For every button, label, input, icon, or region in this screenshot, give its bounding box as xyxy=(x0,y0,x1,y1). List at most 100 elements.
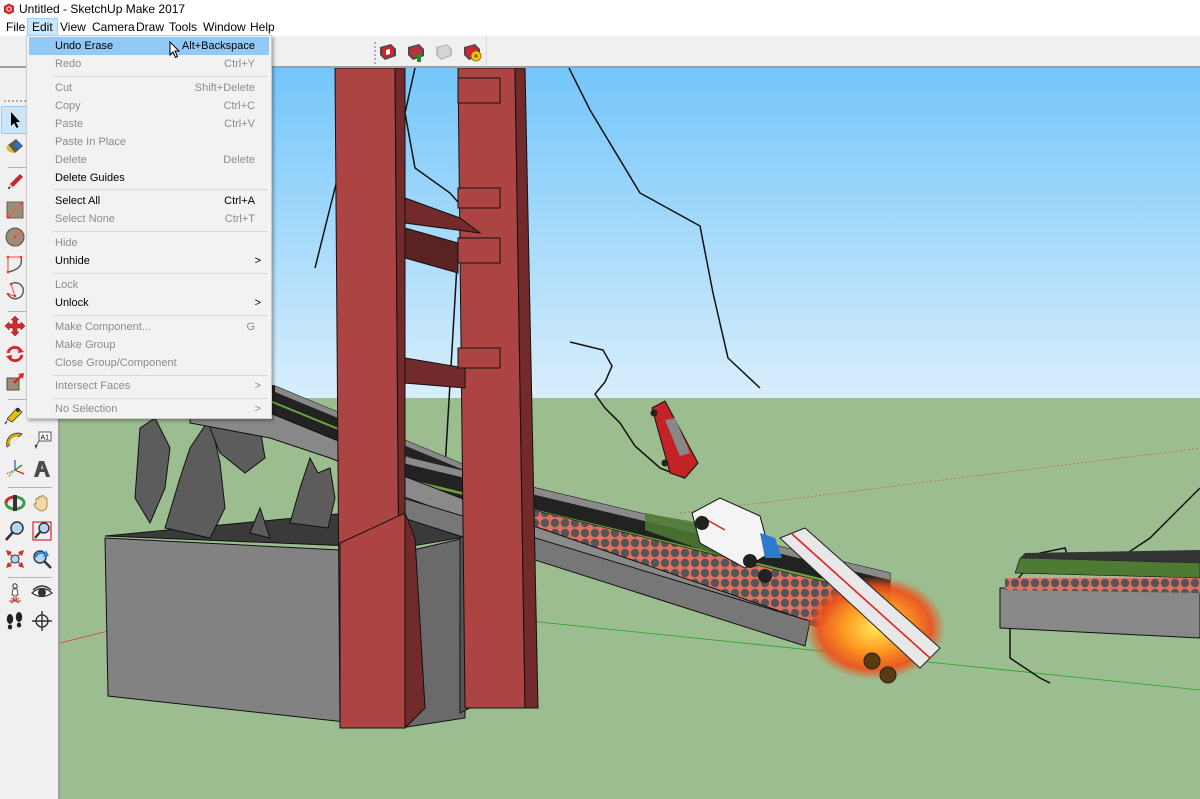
menu-item-hide[interactable]: Hide xyxy=(29,234,269,252)
zoom-icon[interactable] xyxy=(4,520,26,542)
menu-item-label: Make Group xyxy=(55,339,116,351)
menu-separator xyxy=(53,315,268,316)
scale-icon[interactable] xyxy=(4,371,26,393)
menu-item-no-selection[interactable]: No Selection > xyxy=(29,400,269,418)
look-around-eye-icon[interactable] xyxy=(31,582,53,604)
protractor-icon[interactable] xyxy=(4,430,26,452)
rotate-icon[interactable] xyxy=(4,343,26,365)
previous-view-icon[interactable] xyxy=(31,548,53,570)
menu-item-label: Paste xyxy=(55,118,84,130)
paint-bucket-icon[interactable] xyxy=(4,135,26,157)
axes-icon[interactable] xyxy=(4,458,26,480)
menu-item-label: Paste In Place xyxy=(55,136,126,148)
section-plane-icon[interactable] xyxy=(31,610,53,632)
zoom-extents-icon[interactable] xyxy=(4,548,26,570)
menu-item-label: Delete xyxy=(55,154,87,166)
extension-manager-icon[interactable] xyxy=(461,41,483,63)
menu-item-label: Redo xyxy=(55,58,82,70)
menu-separator xyxy=(53,231,268,232)
arc-icon[interactable] xyxy=(4,253,26,275)
menu-item-copy[interactable]: Copy Ctrl+C xyxy=(29,97,269,115)
walk-footprints-icon[interactable] xyxy=(4,610,26,632)
menu-item-shortcut: Ctrl+C xyxy=(223,100,255,112)
menu-item-label: Close Group/Component xyxy=(55,357,177,369)
menu-item-make-group[interactable]: Make Group xyxy=(29,336,269,354)
pan-hand-icon[interactable] xyxy=(31,492,53,514)
truck-wheel xyxy=(695,516,709,530)
menu-item-paste-in-place[interactable]: Paste In Place xyxy=(29,133,269,151)
menu-item-intersect-faces[interactable]: Intersect Faces > xyxy=(29,377,269,395)
share-model-icon[interactable] xyxy=(405,41,427,63)
menu-item-close-group[interactable]: Close Group/Component xyxy=(29,354,269,372)
edit-menu-dropdown: Undo Erase Alt+Backspace Redo Ctrl+Y Cut… xyxy=(26,35,272,419)
menu-view[interactable]: View xyxy=(56,18,90,36)
sketchup-logo-icon xyxy=(4,3,14,15)
menu-item-paste[interactable]: Paste Ctrl+V xyxy=(29,115,269,133)
menu-item-label: Lock xyxy=(55,279,79,291)
tower-step xyxy=(457,187,501,209)
menu-separator xyxy=(53,273,268,274)
menu-item-unhide[interactable]: Unhide > xyxy=(29,252,269,270)
menu-item-delete-guides[interactable]: Delete Guides xyxy=(29,169,269,187)
select-arrow-icon[interactable] xyxy=(4,109,26,131)
position-camera-icon[interactable] xyxy=(4,582,26,604)
menu-item-redo[interactable]: Redo Ctrl+Y xyxy=(29,55,269,73)
menu-separator xyxy=(53,398,268,399)
menu-item-label: Select All xyxy=(55,195,101,207)
circle-icon[interactable] xyxy=(4,226,26,248)
3d-text-icon[interactable] xyxy=(31,458,53,480)
menu-item-delete[interactable]: Delete Delete xyxy=(29,151,269,169)
menu-item-lock[interactable]: Lock xyxy=(29,276,269,294)
menu-help[interactable]: Help xyxy=(246,18,279,36)
menu-item-shortcut: Alt+Backspace xyxy=(181,40,255,52)
toolbar-separator xyxy=(8,487,52,488)
car-wheel xyxy=(650,409,658,417)
menu-separator xyxy=(53,189,268,190)
tower-base-brace xyxy=(339,512,406,729)
menu-draw[interactable]: Draw xyxy=(132,18,168,36)
menu-item-select-all[interactable]: Select All Ctrl+A xyxy=(29,192,269,210)
text-icon[interactable]: A1 xyxy=(31,430,53,452)
rectangle-icon[interactable] xyxy=(4,199,26,221)
menu-edit[interactable]: Edit xyxy=(27,18,58,36)
menu-item-label: Unhide xyxy=(55,255,90,267)
menu-item-label: Copy xyxy=(55,100,81,112)
menu-item-select-none[interactable]: Select None Ctrl+T xyxy=(29,210,269,228)
menu-item-shortcut: Delete xyxy=(223,154,255,166)
window-title: Untitled - SketchUp Make 2017 xyxy=(19,2,186,16)
menu-item-label: Cut xyxy=(55,82,73,94)
menu-bar: File Edit View Camera Draw Tools Window … xyxy=(0,18,1200,36)
tower-leg-right xyxy=(457,68,526,709)
menu-window[interactable]: Window xyxy=(199,18,250,36)
tower-step xyxy=(457,347,501,369)
menu-item-label: Intersect Faces xyxy=(55,380,131,392)
3d-warehouse-icon[interactable] xyxy=(377,41,399,63)
move-icon[interactable] xyxy=(4,315,26,337)
text-tool-label: A1 xyxy=(41,435,50,442)
menu-item-cut[interactable]: Cut Shift+Delete xyxy=(29,79,269,97)
menu-item-shortcut: G xyxy=(246,321,255,333)
menu-item-shortcut: Shift+Delete xyxy=(194,82,255,94)
menu-item-undo-erase[interactable]: Undo Erase Alt+Backspace xyxy=(29,37,269,55)
menu-item-make-component[interactable]: Make Component... G xyxy=(29,318,269,336)
truck-wheel xyxy=(743,554,757,568)
title-bar: Untitled - SketchUp Make 2017 xyxy=(0,0,1200,18)
tanker-wheel xyxy=(863,652,881,670)
menu-item-label: No Selection xyxy=(55,403,118,415)
menu-item-unlock[interactable]: Unlock > xyxy=(29,294,269,312)
pie-icon[interactable] xyxy=(4,280,26,302)
extension-warehouse-icon xyxy=(436,44,452,60)
tower-step xyxy=(457,237,501,264)
zoom-window-icon[interactable] xyxy=(31,520,53,542)
tape-measure-icon[interactable] xyxy=(4,403,26,425)
menu-item-label: Delete Guides xyxy=(55,172,125,184)
orbit-icon[interactable] xyxy=(4,492,26,514)
pencil-icon[interactable] xyxy=(4,171,26,193)
menu-item-label: Select None xyxy=(55,213,115,225)
toolbar-separator xyxy=(8,577,52,578)
menu-item-label: Hide xyxy=(55,237,78,249)
menu-file[interactable]: File xyxy=(2,18,29,36)
menu-item-shortcut: Ctrl+V xyxy=(224,118,255,130)
menu-item-label: Undo Erase xyxy=(55,40,114,52)
menu-tools[interactable]: Tools xyxy=(165,18,201,36)
